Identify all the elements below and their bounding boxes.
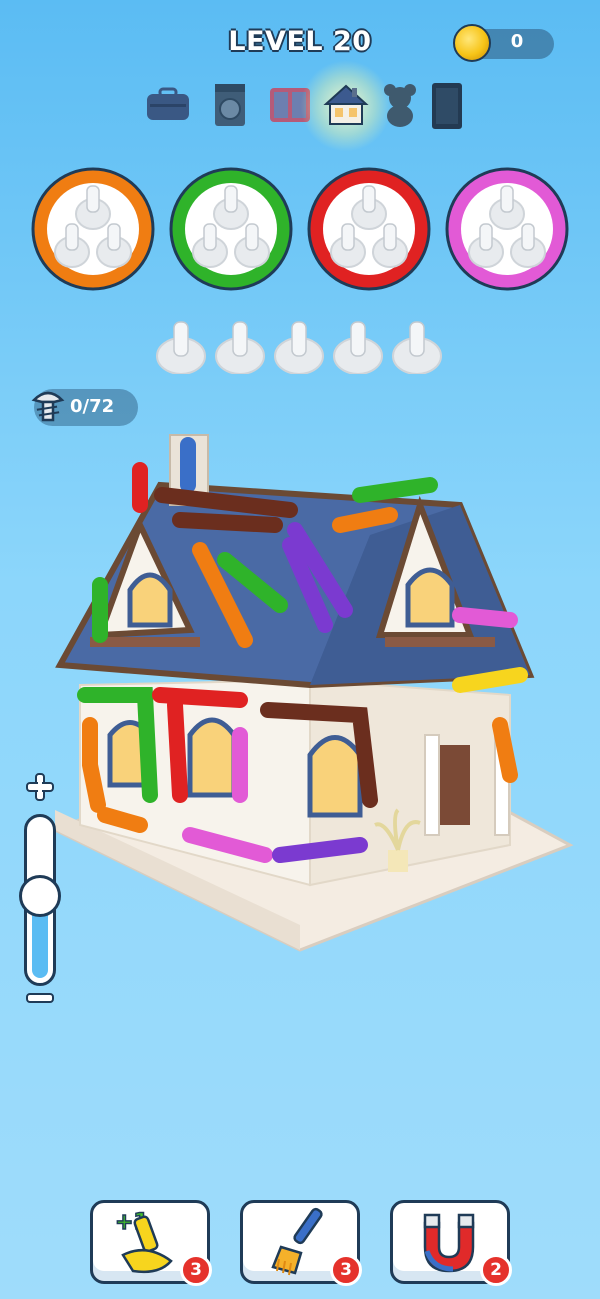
color-tray-red[interactable]: [306, 166, 432, 292]
tray-ring: [307, 167, 431, 291]
house-puzzle[interactable]: [40, 425, 580, 955]
category-row: [0, 60, 600, 152]
plus-icon[interactable]: [24, 771, 56, 803]
tray-ring: [169, 167, 293, 291]
color-tray-orange[interactable]: [30, 166, 156, 292]
category-washing-machine[interactable]: [202, 78, 258, 134]
tray-ring: [445, 167, 569, 291]
peg-slot[interactable]: [215, 318, 265, 375]
booster-add-slot-count: 3: [180, 1254, 212, 1286]
cabinet-icon: [432, 83, 462, 129]
progress-text: 0/72: [70, 396, 115, 417]
coin-count: 0: [510, 31, 524, 52]
color-tray-green[interactable]: [168, 166, 294, 292]
category-cabinet[interactable]: [420, 78, 476, 134]
category-house[interactable]: [300, 60, 392, 152]
tray-ring: [31, 167, 155, 291]
washing-machine-icon: [215, 84, 245, 126]
peg-slot[interactable]: [156, 318, 206, 375]
booster-brush-count: 3: [330, 1254, 362, 1286]
minus-icon[interactable]: [24, 986, 56, 1010]
zoom-slider-handle[interactable]: [19, 875, 61, 917]
color-tray-pink[interactable]: [444, 166, 570, 292]
booster-magnet-count: 2: [480, 1254, 512, 1286]
peg-slot[interactable]: [392, 318, 442, 375]
house-icon: [323, 84, 369, 125]
category-suitcase[interactable]: [140, 78, 196, 134]
peg-slot[interactable]: [333, 318, 383, 375]
coin-icon: [453, 24, 491, 62]
peg-slot[interactable]: [274, 318, 324, 375]
suitcase-icon: [147, 87, 189, 120]
screw-icon: [31, 391, 65, 422]
peg-holder-row: [0, 318, 600, 378]
